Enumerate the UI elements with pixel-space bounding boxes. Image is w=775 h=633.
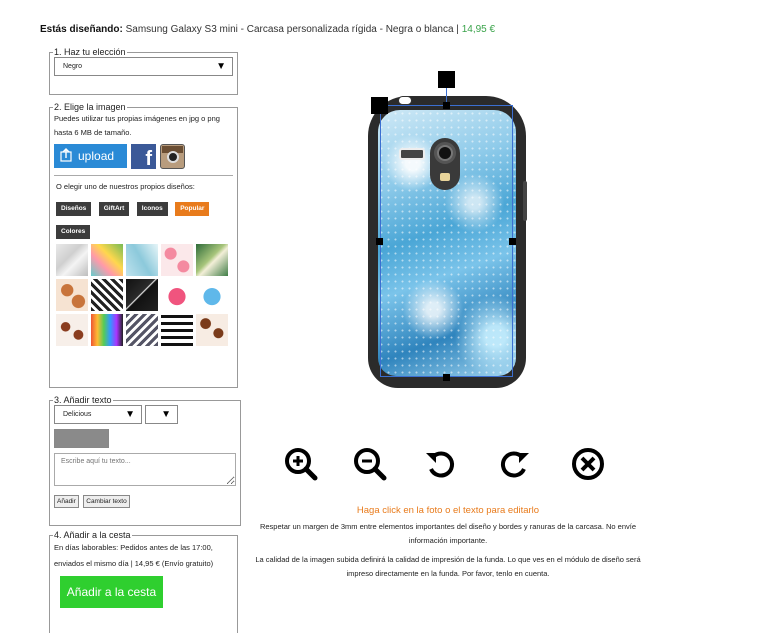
color-select-value: Negro: [63, 63, 83, 70]
upload-button[interactable]: upload: [54, 144, 127, 168]
rotate-right-icon[interactable]: [497, 447, 531, 481]
margin-note: Respetar un margen de 3mm entre elemento…: [259, 522, 637, 546]
flip-handle[interactable]: [398, 96, 412, 105]
rotate-left-icon[interactable]: [424, 447, 458, 481]
step4-legend: 4. Añadir a la cesta: [54, 530, 131, 540]
step2-or-text: O elegir uno de nuestros propios diseños…: [56, 182, 195, 191]
chevron-down-icon: ▼: [216, 61, 226, 72]
design-thumb-zigzag[interactable]: [91, 279, 123, 312]
font-select[interactable]: Delicious ▼: [54, 405, 142, 424]
tab-iconos[interactable]: Iconos: [136, 202, 168, 217]
tab-disenos[interactable]: Diseños: [56, 202, 92, 217]
chevron-down-icon: ▼: [161, 409, 171, 420]
instagram-icon[interactable]: [160, 143, 185, 169]
design-thumb-feathers[interactable]: [56, 314, 88, 347]
step2-panel: 2. Elige la imagen Puedes utilizar tus p…: [49, 102, 238, 388]
design-thumb-heart-blue[interactable]: [196, 279, 228, 312]
resize-handle-top[interactable]: [443, 102, 450, 109]
header-price: 14,95 €: [461, 24, 496, 35]
step3-panel: 3. Añadir texto Delicious ▼ ▼ Añadir Cam…: [49, 395, 241, 526]
step3-legend: 3. Añadir texto: [54, 395, 112, 405]
step2-intro: Puedes utilizar tus propias imágenes en …: [54, 114, 220, 137]
chevron-down-icon: ▼: [125, 409, 135, 420]
text-color-swatch[interactable]: [54, 429, 109, 448]
quality-note: La calidad de la imagen subida definirá …: [255, 554, 641, 578]
header-prefix: Estás diseñando:: [40, 24, 123, 35]
upload-icon: [60, 147, 72, 165]
add-to-cart-button[interactable]: Añadir a la cesta: [60, 575, 163, 608]
design-grid: [54, 244, 233, 347]
delete-icon[interactable]: [571, 447, 605, 481]
color-select[interactable]: Negro ▼: [54, 57, 233, 76]
upload-label: upload: [78, 149, 115, 163]
editor-notes: Haga click en la foto o el texto para ed…: [248, 505, 648, 581]
design-thumb-marble[interactable]: [56, 244, 88, 277]
step2-legend: 2. Elige la imagen: [54, 102, 126, 112]
rotate-handle[interactable]: [438, 71, 455, 88]
tab-popular[interactable]: Popular: [175, 202, 210, 217]
step1-panel: 1. Haz tu elección Negro ▼: [49, 47, 238, 95]
tab-colores[interactable]: Colores: [56, 225, 91, 240]
add-text-button[interactable]: Añadir: [54, 495, 79, 508]
change-text-button[interactable]: Cambiar texto: [83, 495, 130, 508]
design-thumb-flamingo[interactable]: [161, 244, 193, 277]
design-thumb-croissant[interactable]: [56, 279, 88, 312]
design-thumb-paint-drips[interactable]: [91, 314, 123, 347]
design-tabs: Diseños GiftArt Iconos Popular: [54, 197, 233, 217]
design-header: Estás diseñando: Samsung Galaxy S3 mini …: [40, 24, 495, 35]
tab-giftart[interactable]: GiftArt: [98, 202, 130, 217]
facebook-glyph: f: [145, 147, 152, 170]
click-hint: Haga click en la foto o el texto para ed…: [356, 505, 540, 516]
header-product: Samsung Galaxy S3 mini - Carcasa persona…: [125, 24, 459, 35]
design-thumb-heart-pink[interactable]: [161, 279, 193, 312]
step4-panel: 4. Añadir a la cesta En días laborables:…: [49, 530, 238, 633]
resize-handle-bottom[interactable]: [443, 374, 450, 381]
design-thumb-black-marble[interactable]: [126, 279, 158, 312]
text-input[interactable]: [54, 453, 236, 486]
design-thumb-leaves[interactable]: [126, 244, 158, 277]
size-select[interactable]: ▼: [145, 405, 178, 424]
design-thumb-brush-stripes[interactable]: [161, 314, 193, 347]
step4-info: En días laborables: Pedidos antes de las…: [54, 543, 214, 568]
step1-legend: 1. Haz tu elección: [54, 47, 126, 57]
selection-frame: [380, 105, 513, 377]
font-select-value: Delicious: [63, 411, 92, 418]
design-thumb-chevron[interactable]: [126, 314, 158, 347]
zoom-out-icon[interactable]: [353, 447, 387, 481]
design-thumb-palm[interactable]: [196, 244, 228, 277]
design-thumb-coffee-beans[interactable]: [196, 314, 228, 347]
resize-handle-right[interactable]: [509, 238, 516, 245]
facebook-icon[interactable]: f: [131, 143, 156, 170]
resize-handle-left[interactable]: [376, 238, 383, 245]
zoom-in-icon[interactable]: [284, 447, 318, 481]
delete-handle[interactable]: [371, 97, 388, 114]
design-thumb-tropical[interactable]: [91, 244, 123, 277]
